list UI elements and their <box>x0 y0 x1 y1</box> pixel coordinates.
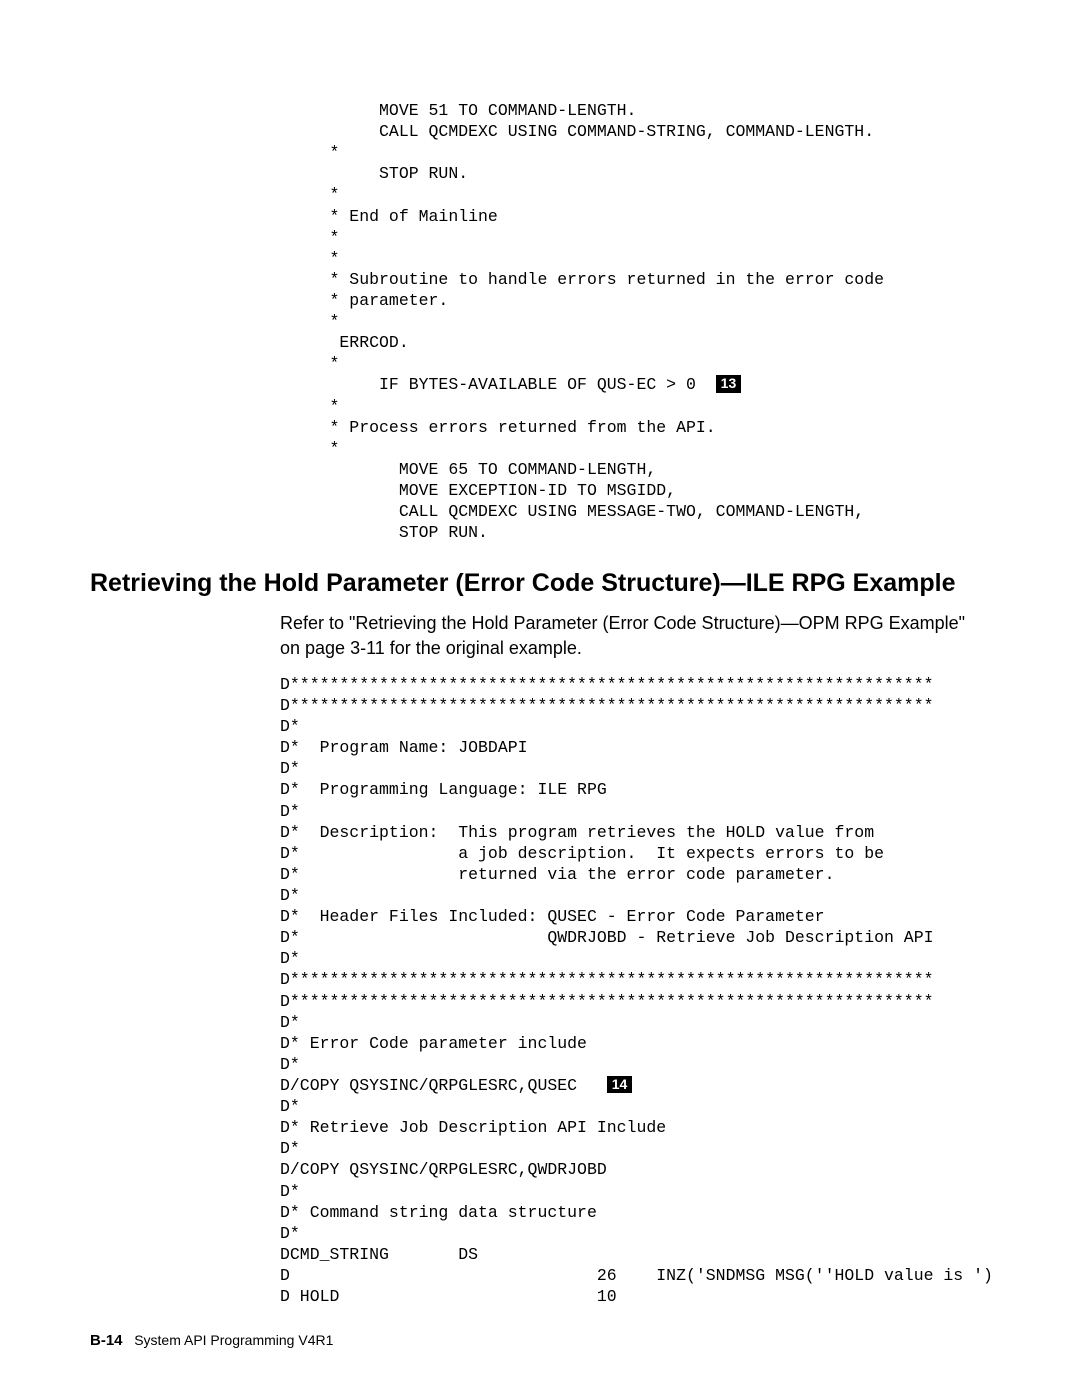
code-line: * <box>280 354 339 373</box>
code-line: * parameter. <box>280 291 448 310</box>
code-line: D***************************************… <box>280 696 934 715</box>
code-line: ERRCOD. <box>280 333 409 352</box>
code-line: STOP RUN. <box>280 164 468 183</box>
code-line: D/COPY QSYSINC/QRPGLESRC,QUSEC <box>280 1076 607 1095</box>
code-line: D* <box>280 1224 300 1243</box>
code-line: D* <box>280 1013 300 1032</box>
code-line: D* <box>280 1139 300 1158</box>
code-line: * <box>280 143 339 162</box>
code-line: D* a job description. It expects errors … <box>280 844 884 863</box>
code-line: D* <box>280 717 300 736</box>
code-line: D* Programming Language: ILE RPG <box>280 780 607 799</box>
body-paragraph: Refer to "Retrieving the Hold Parameter … <box>280 611 990 660</box>
code-line: * <box>280 228 339 247</box>
code-line: D* <box>280 1097 300 1116</box>
code-line: D***************************************… <box>280 675 934 694</box>
footer-text: System API Programming V4R1 <box>134 1332 333 1348</box>
code-line: * <box>280 397 339 416</box>
code-line: D* Program Name: JOBDAPI <box>280 738 528 757</box>
code-line: * End of Mainline <box>280 207 498 226</box>
code-line: D***************************************… <box>280 970 934 989</box>
code-line: CALL QCMDEXC USING MESSAGE-TWO, COMMAND-… <box>280 502 864 521</box>
code-line: IF BYTES-AVAILABLE OF QUS-EC > 0 <box>280 375 716 394</box>
callout-badge-14: 14 <box>607 1076 633 1093</box>
code-line: D* <box>280 1182 300 1201</box>
code-line: D/COPY QSYSINC/QRPGLESRC,QWDRJOBD <box>280 1160 607 1179</box>
code-line: * <box>280 249 339 268</box>
code-line: D* Description: This program retrieves t… <box>280 823 874 842</box>
code-line: D* Command string data structure <box>280 1203 597 1222</box>
code-block-2: D***************************************… <box>280 674 990 1307</box>
code-line: MOVE 51 TO COMMAND-LENGTH. <box>280 101 636 120</box>
code-line: * <box>280 439 339 458</box>
code-line: D HOLD 10 <box>280 1287 617 1306</box>
section-heading: Retrieving the Hold Parameter (Error Cod… <box>90 567 990 599</box>
code-line: D 26 INZ('SNDMSG MSG(''HOLD value is ') <box>280 1266 993 1285</box>
code-line: D* Header Files Included: QUSEC - Error … <box>280 907 825 926</box>
code-line: * <box>280 185 339 204</box>
code-line: D* Error Code parameter include <box>280 1034 587 1053</box>
code-line: DCMD_STRING DS <box>280 1245 478 1264</box>
code-line: D* <box>280 802 300 821</box>
page-number: B-14 <box>90 1332 123 1349</box>
code-line: D* returned via the error code parameter… <box>280 865 835 884</box>
code-line: MOVE 65 TO COMMAND-LENGTH, <box>280 460 656 479</box>
code-line: * Process errors returned from the API. <box>280 418 716 437</box>
code-line: D***************************************… <box>280 992 934 1011</box>
code-line: D* <box>280 886 300 905</box>
code-line: STOP RUN. <box>280 523 488 542</box>
code-line: MOVE EXCEPTION-ID TO MSGIDD, <box>280 481 676 500</box>
code-line: D* <box>280 949 300 968</box>
page-footer: B-14 System API Programming V4R1 <box>90 1332 333 1349</box>
code-line: * Subroutine to handle errors returned i… <box>280 270 884 289</box>
code-line: D* Retrieve Job Description API Include <box>280 1118 666 1137</box>
code-block-1: MOVE 51 TO COMMAND-LENGTH. CALL QCMDEXC … <box>280 100 990 543</box>
code-line: CALL QCMDEXC USING COMMAND-STRING, COMMA… <box>280 122 874 141</box>
code-line: * <box>280 312 339 331</box>
code-line: D* <box>280 759 300 778</box>
code-line: D* <box>280 1055 300 1074</box>
callout-badge-13: 13 <box>716 375 742 392</box>
code-line: D* QWDRJOBD - Retrieve Job Description A… <box>280 928 934 947</box>
